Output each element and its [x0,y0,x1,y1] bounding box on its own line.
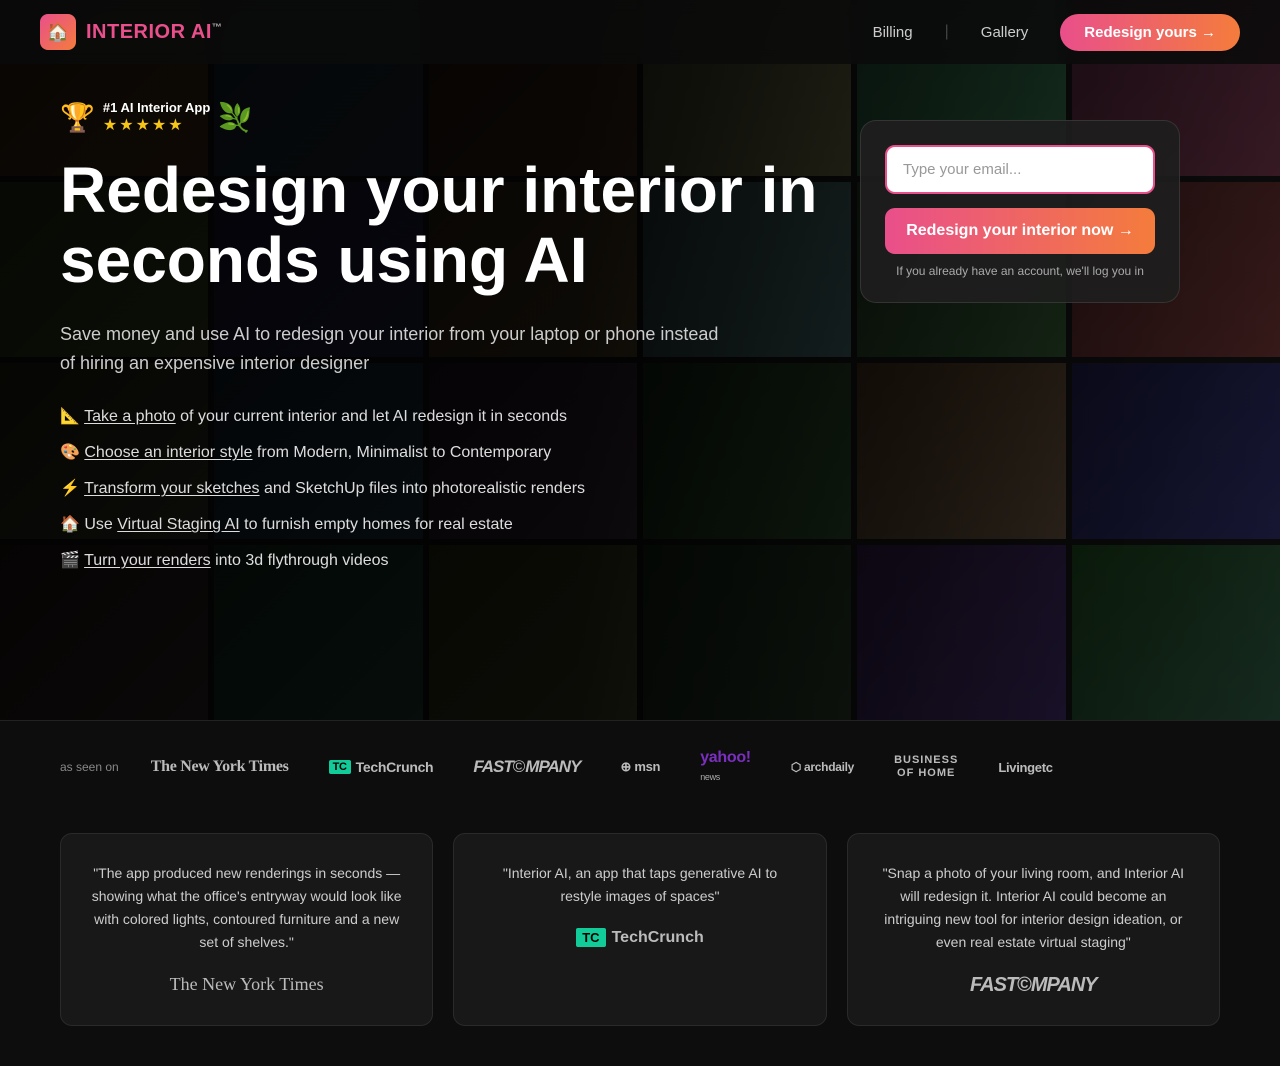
press-boh: BUSINESSOF HOME [894,754,958,780]
hero-heading: Redesign your interior in seconds using … [60,155,820,296]
feature-sketches: ⚡ Transform your sketches and SketchUp f… [60,477,820,501]
nav-gallery-link[interactable]: Gallery [981,24,1029,41]
testimonial-fast-source: FAST©MPANY [876,974,1191,997]
laurel-left-icon: 🏆 [60,101,95,134]
laurel-right-icon: 🌿 [218,101,253,134]
testimonial-fast-quote: "Snap a photo of your living room, and I… [876,862,1191,954]
testimonial-tc-quote: "Interior AI, an app that taps generativ… [482,862,797,908]
badge-stars: ★★★★★ [103,115,210,135]
hero-section: 🏆 #1 AI Interior App ★★★★★ 🌿 Redesign yo… [0,0,1280,720]
hero-features-list: 📐 Take a photo of your current interior … [60,405,820,573]
testimonial-nyt-quote: "The app produced new renderings in seco… [89,862,404,954]
feature-staging: 🏠 Use Virtual Staging AI to furnish empt… [60,513,820,537]
nav-links: Billing | Gallery Redesign yours → [873,14,1240,51]
logo-text: INTERIOR AI™ [86,21,222,44]
testimonial-tc: "Interior AI, an app that taps generativ… [453,833,826,1026]
feature-photo-link[interactable]: Take a photo [84,408,176,425]
testimonials-section: "The app produced new renderings in seco… [0,813,1280,1066]
nav-cta-button[interactable]: Redesign yours → [1060,14,1240,51]
testimonial-nyt-source: The New York Times [89,974,404,995]
press-fastcompany: FAST©MPANY [473,757,580,777]
press-bar: as seen on The New York Times TC TechCru… [0,720,1280,813]
hero-right-panel: Redesign your interior now → If you alre… [860,100,1180,303]
feature-sketches-link[interactable]: Transform your sketches [84,480,259,497]
testimonial-nyt: "The app produced new renderings in seco… [60,833,433,1026]
feature-photo: 📐 Take a photo of your current interior … [60,405,820,429]
nav-logo: 🏠 INTERIOR AI™ [40,14,222,50]
navbar: 🏠 INTERIOR AI™ Billing | Gallery Redesig… [0,0,1280,64]
feature-renders: 🎬 Turn your renders into 3d flythrough v… [60,549,820,573]
testimonial-tc-source: TC TechCrunch [482,928,797,947]
press-archdaily: ⬡ archdaily [791,760,854,774]
email-signup-form: Redesign your interior now → If you alre… [860,120,1180,303]
testimonial-fast: "Snap a photo of your living room, and I… [847,833,1220,1026]
email-input[interactable] [885,145,1155,194]
hero-content: 🏆 #1 AI Interior App ★★★★★ 🌿 Redesign yo… [60,100,820,573]
logo-icon: 🏠 [40,14,76,50]
press-logos: The New York Times TC TechCrunch FAST©MP… [151,749,1053,785]
hero-subtitle: Save money and use AI to redesign your i… [60,320,720,378]
press-label: as seen on [60,760,119,774]
feature-style: 🎨 Choose an interior style from Modern, … [60,441,820,465]
feature-renders-link[interactable]: Turn your renders [84,552,211,569]
feature-staging-link[interactable]: Virtual Staging AI [117,516,239,533]
form-note: If you already have an account, we'll lo… [885,264,1155,278]
feature-style-link[interactable]: Choose an interior style [84,444,252,461]
press-msn: ⊕ msn [620,759,660,775]
nav-billing-link[interactable]: Billing [873,24,913,41]
press-techcrunch: TC TechCrunch [329,759,434,775]
badge-title: #1 AI Interior App [103,100,210,115]
press-livingetc: Livingetc [998,760,1052,775]
redesign-cta-button[interactable]: Redesign your interior now → [885,208,1155,254]
press-nyt: The New York Times [151,758,289,776]
press-yahoo: yahoo!news [700,749,751,785]
award-badge: 🏆 #1 AI Interior App ★★★★★ 🌿 [60,100,820,135]
